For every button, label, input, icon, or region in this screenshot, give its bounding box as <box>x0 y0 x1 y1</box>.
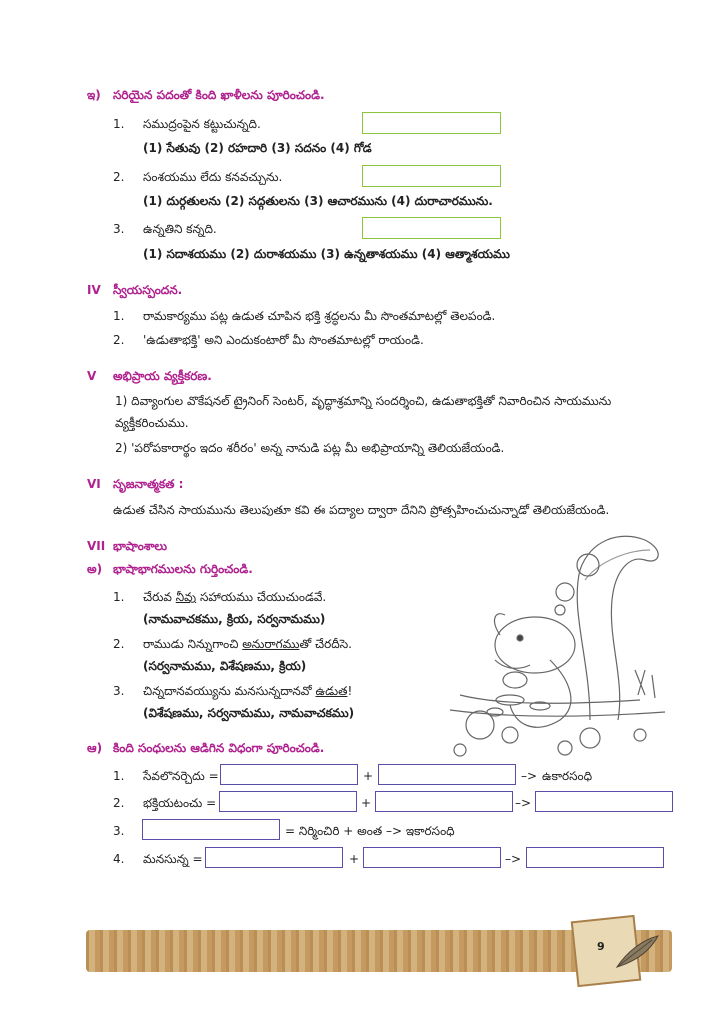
section-vi-marker: VI <box>87 477 101 491</box>
question-text: చేరువ నీవు సహాయము చేయుచుండవే. <box>143 590 327 604</box>
plus-sign: + <box>363 769 374 783</box>
question-number: 2. <box>113 796 125 810</box>
question-text: ఉన్నతిని కన్నది. <box>143 222 217 236</box>
question-number: 2. <box>113 170 125 184</box>
question-options: (సర్వనామము, విశేషణము, క్రియ) <box>143 659 307 673</box>
sandhi-input-second[interactable] <box>363 847 501 868</box>
section-e-marker: ఇ) <box>87 88 101 102</box>
question-number: 3. <box>113 824 125 838</box>
sandhi-word: మనసున్న = <box>143 852 203 866</box>
subsection-a-title: భాషాభాగములను గుర్తించండి. <box>113 562 253 576</box>
section-vi-title: సృజనాత్మకత : <box>113 477 184 491</box>
sandhi-input-second[interactable] <box>375 791 513 812</box>
question-options: (1) దుర్గతులను (2) సద్గతులను (3) ఆచారమున… <box>143 194 493 208</box>
squirrel-illustration <box>449 535 666 757</box>
arrow: –> <box>521 769 538 783</box>
answer-box[interactable] <box>362 165 501 187</box>
answer-box[interactable] <box>362 217 501 239</box>
sandhi-equation: = నిర్మించిరి + అంత –> ఇకారసంధి <box>285 824 455 838</box>
sandhi-word: సేవలొనర్చెదు = <box>143 769 219 783</box>
sandhi-result-input[interactable] <box>526 847 664 868</box>
question-text: సంశయము లేదు కనవచ్చును. <box>143 170 283 184</box>
question-number: 4. <box>113 852 125 866</box>
item-number: 2. <box>113 333 125 347</box>
sandhi-result-input[interactable] <box>535 791 673 812</box>
section-v-marker: V <box>87 369 97 383</box>
sandhi-input-first[interactable] <box>205 847 343 868</box>
arrow: –> <box>505 852 522 866</box>
question-options: (విశేషణము, సర్వనామము, నామవాచకము) <box>143 706 355 720</box>
subsection-aa-marker: ఆ) <box>87 741 103 755</box>
arrow: –> <box>515 796 532 810</box>
question-options: (1) సదాశయము (2) దురాశయము (3) ఉన్నతాశయము … <box>143 247 510 261</box>
section-vii-title: భాషాంశాలు <box>113 539 168 553</box>
question-number: 3. <box>113 222 125 236</box>
feather-icon <box>615 935 659 968</box>
sandhi-word: భక్తియటంచు = <box>143 796 217 810</box>
question-number: 2. <box>113 637 125 651</box>
section-iv-title: స్వీయస్పందన. <box>113 283 183 297</box>
item-text: ఉడుత చేసిన సాయమును తెలుపుతూ కవి ఈ పద్యాల… <box>113 503 610 517</box>
item-text-continuation: వ్యక్తీకరించుము. <box>115 416 189 430</box>
section-e-title: సరియైన పదంతో కింది ఖాళీలను పూరించండి. <box>113 88 325 102</box>
question-number: 1. <box>113 590 125 604</box>
sandhi-input-first[interactable] <box>219 791 357 812</box>
question-number: 3. <box>113 684 125 698</box>
sandhi-result: ఉకారసంధి <box>542 769 593 783</box>
section-v-title: అభిప్రాయ వ్యక్తీకరణ. <box>113 369 212 383</box>
answer-box[interactable] <box>362 112 501 134</box>
question-options: (1) సేతువు (2) రహదారి (3) సదనం (4) గోడ <box>143 141 372 155</box>
sandhi-input-second[interactable] <box>378 764 516 785</box>
subsection-a-marker: అ) <box>87 562 103 576</box>
page-number: 9 <box>597 940 605 953</box>
item-text: రామకార్యము పట్ల ఉడుత చూపిన భక్తి శ్రద్ధల… <box>143 309 496 323</box>
question-text: రాముడు నిన్నుగాంచి అనురాగముతో చేరదీసె. <box>143 637 352 651</box>
item-text: 1) దివ్యాంగుల వొకేషనల్ ట్రైనింగ్ సెంటర్,… <box>115 394 612 408</box>
item-text: 'ఉడుతాభక్తి' అని ఎందుకంటారో మీ సొంతమాటల్… <box>143 333 424 347</box>
item-text: 2) 'పరోపకారార్థం ఇదం శరీరం' అన్న నానుడి … <box>115 441 505 455</box>
plus-sign: + <box>349 852 360 866</box>
sandhi-input-first[interactable] <box>220 764 358 785</box>
question-options: (నామవాచకము, క్రియ, సర్వనామము) <box>143 612 326 626</box>
question-text: చిన్నదానవయ్యును మనసున్నదానవో ఉడుత! <box>143 684 353 698</box>
plus-sign: + <box>361 796 372 810</box>
section-iv-marker: IV <box>87 283 101 297</box>
sandhi-word-input[interactable] <box>142 819 280 840</box>
section-vii-marker: VII <box>87 539 106 553</box>
question-number: 1. <box>113 117 125 131</box>
question-number: 1. <box>113 769 125 783</box>
subsection-aa-title: కింది సంధులను ఆడిగిన విధంగా పూరించండి. <box>113 741 325 755</box>
item-number: 1. <box>113 309 125 323</box>
question-text: సముద్రంపైన కట్టుచున్నది. <box>143 117 261 131</box>
